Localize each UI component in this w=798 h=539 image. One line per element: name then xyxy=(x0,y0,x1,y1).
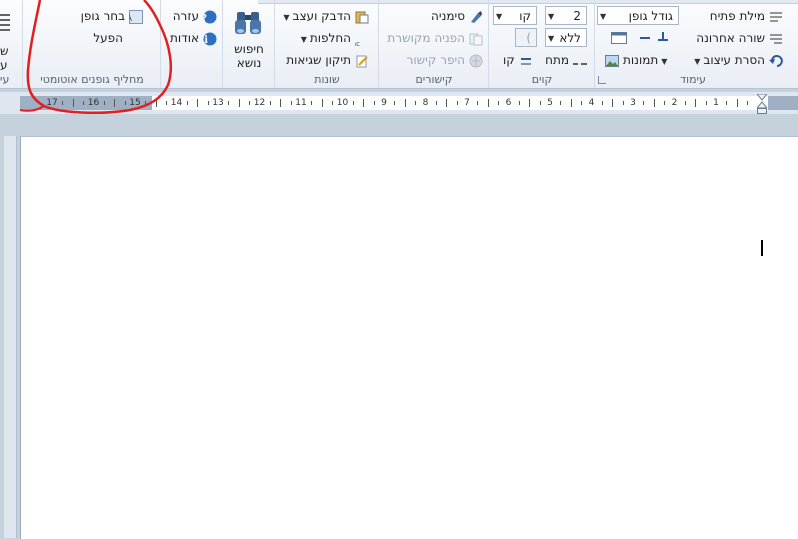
red-annotation-outline xyxy=(19,0,172,115)
